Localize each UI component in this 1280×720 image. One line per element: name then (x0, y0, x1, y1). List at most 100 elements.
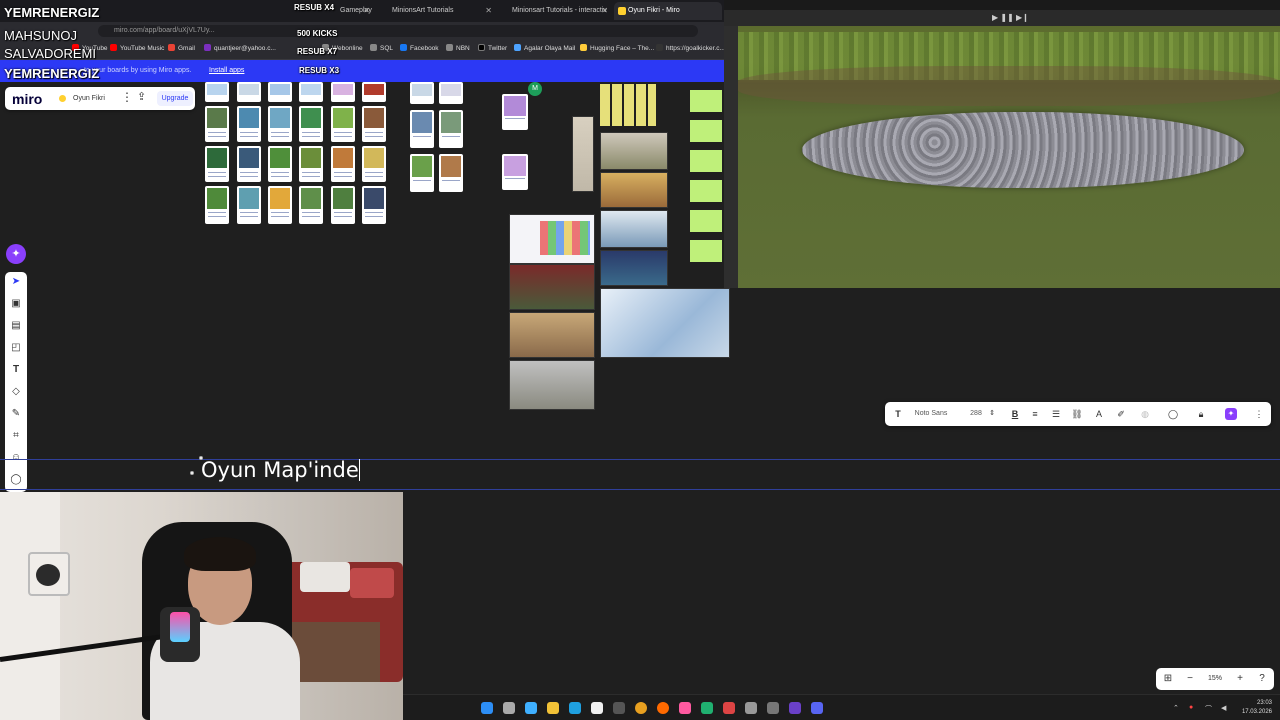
resize-handle[interactable] (190, 471, 194, 475)
close-icon[interactable]: ✕ (363, 2, 370, 20)
reference-image[interactable] (600, 210, 668, 248)
board-card[interactable] (410, 110, 434, 148)
system-clock[interactable]: 23:03 17.03.2026 (1242, 699, 1272, 717)
emoji-icon[interactable]: ☺ (5, 448, 27, 468)
sticky-note-group[interactable] (600, 84, 656, 126)
bookmark-item[interactable]: Agalar Olaya Mail (514, 44, 575, 52)
style-icon[interactable]: ◍ (1139, 402, 1151, 426)
reference-image[interactable] (600, 172, 668, 208)
zoom-out-icon[interactable]: − (1182, 668, 1198, 690)
board-name[interactable]: Oyun Fikri (73, 95, 105, 102)
chrome-icon[interactable] (635, 702, 647, 714)
upgrade-button[interactable]: Upgrade (157, 91, 193, 106)
tray-chevron-icon[interactable]: ⌃ (1173, 704, 1179, 712)
comment-icon[interactable]: ◯ (1167, 402, 1179, 426)
reference-image[interactable] (600, 132, 668, 170)
list-icon[interactable]: ☰ (1049, 402, 1063, 426)
bookmark-item[interactable]: https://goalkicker.c... (656, 44, 725, 52)
app-icon[interactable] (679, 702, 691, 714)
bold-icon[interactable]: B (1009, 402, 1021, 426)
discord-icon[interactable] (811, 702, 823, 714)
board-card[interactable] (410, 154, 434, 192)
close-icon[interactable]: ✕ (601, 2, 608, 20)
shapes-icon[interactable]: ◇ (5, 382, 27, 402)
reference-image[interactable] (509, 360, 595, 410)
sticky-note[interactable] (690, 150, 722, 172)
stepper-icon[interactable]: ⇕ (987, 402, 997, 426)
sticky-note-icon[interactable]: ◰ (5, 338, 27, 358)
text-type-icon[interactable]: T (891, 402, 905, 426)
board-card[interactable] (502, 94, 528, 130)
frame-icon[interactable]: ▤ (5, 316, 27, 336)
address-input[interactable]: miro.com/app/board/uXjVL7Uy... (98, 25, 698, 37)
microphone-icon[interactable]: ● (1189, 704, 1193, 711)
align-left-icon[interactable]: ≡ (1029, 402, 1041, 426)
play-controls-icon[interactable]: ▶ ❚❚ ▶❙ (992, 13, 1029, 22)
unity-scene-view[interactable] (738, 26, 1280, 288)
fit-screen-icon[interactable]: ⊞ (1160, 668, 1176, 690)
lock-icon[interactable]: 🔒︎ (1195, 402, 1207, 426)
visual-studio-icon[interactable] (789, 702, 801, 714)
bookmark-item[interactable]: quantjeer@yahoo.c... (204, 44, 276, 52)
board-card[interactable] (268, 82, 292, 102)
text-being-edited[interactable]: Oyun Map'inde (201, 458, 360, 482)
board-card[interactable] (439, 110, 463, 148)
sticky-note[interactable] (690, 210, 722, 232)
board-card[interactable] (439, 82, 463, 104)
search-icon[interactable] (503, 702, 515, 714)
edge-icon[interactable] (569, 702, 581, 714)
sticky-note[interactable] (690, 180, 722, 202)
reference-image[interactable] (509, 312, 595, 358)
board-card[interactable] (331, 106, 355, 142)
board-card[interactable] (331, 82, 355, 102)
file-explorer-icon[interactable] (547, 702, 559, 714)
font-family-select[interactable]: Noto Sans (911, 402, 951, 426)
board-card[interactable] (362, 82, 386, 102)
font-size-input[interactable]: 288 (967, 402, 985, 426)
pen-icon[interactable]: ✎ (5, 404, 27, 424)
bookmark-item[interactable]: Gmail (168, 44, 195, 52)
help-icon[interactable]: ? (1254, 668, 1270, 690)
sticky-note[interactable] (690, 120, 722, 142)
board-card[interactable] (237, 186, 261, 224)
board-card[interactable] (205, 186, 229, 224)
board-card[interactable] (410, 82, 434, 104)
copilot-icon[interactable] (525, 702, 537, 714)
collaborator-avatar[interactable]: M (528, 82, 542, 96)
sticky-note[interactable] (690, 90, 722, 112)
board-card[interactable] (205, 146, 229, 182)
unity-hub-icon[interactable] (767, 702, 779, 714)
install-apps-link[interactable]: Install apps (209, 67, 244, 74)
board-card[interactable] (502, 154, 528, 190)
board-card[interactable] (299, 186, 323, 224)
board-card[interactable] (299, 106, 323, 142)
bookmark-item[interactable]: Facebook (400, 44, 439, 52)
reference-image[interactable] (509, 264, 595, 310)
store-icon[interactable] (591, 702, 603, 714)
close-icon[interactable]: ✕ (485, 2, 492, 20)
firefox-icon[interactable] (657, 702, 669, 714)
bookmark-item[interactable]: Hugging Face – The... (580, 44, 654, 52)
sticky-note[interactable] (690, 240, 722, 262)
share-icon[interactable]: ⇪ (137, 90, 146, 103)
board-card[interactable] (268, 146, 292, 182)
app-icon[interactable] (701, 702, 713, 714)
board-card[interactable] (439, 154, 463, 192)
network-icon[interactable]: ⌒ (1205, 704, 1212, 714)
frame-crop-icon[interactable]: ⌗ (5, 426, 27, 446)
templates-icon[interactable]: ▣ (5, 294, 27, 314)
highlight-icon[interactable]: ✐ (1115, 402, 1127, 426)
reference-image[interactable] (600, 250, 668, 286)
board-card[interactable] (205, 106, 229, 142)
board-card[interactable] (237, 106, 261, 142)
app-icon[interactable] (723, 702, 735, 714)
board-card[interactable] (331, 186, 355, 224)
board-card[interactable] (362, 106, 386, 142)
comment-icon[interactable]: ◯ (5, 470, 27, 490)
palette-board-image[interactable] (509, 214, 595, 264)
tab-minionsart-tutorials[interactable]: MinionsArt Tutorials ✕ (378, 2, 496, 20)
board-card[interactable] (299, 82, 323, 102)
board-card[interactable] (237, 146, 261, 182)
board-card[interactable] (362, 146, 386, 182)
board-card[interactable] (331, 146, 355, 182)
